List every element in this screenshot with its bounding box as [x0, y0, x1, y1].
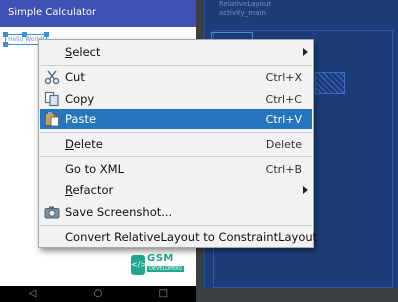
recents-icon[interactable]: □: [153, 289, 173, 299]
app-title: Simple Calculator: [8, 7, 97, 18]
menu-item-convert-to-constraintlayout[interactable]: Convert RelativeLayout to ConstraintLayo…: [40, 227, 317, 247]
context-menu: Select Cut Ctrl+X Copy Ctrl+C Paste Ctrl…: [38, 39, 317, 248]
menu-item-label: Cut: [65, 70, 85, 84]
menu-item-label: Paste: [65, 112, 97, 126]
paste-icon: [44, 111, 60, 127]
menu-separator: [40, 65, 312, 66]
menu-item-label: Save Screenshot...: [65, 205, 173, 219]
submenu-arrow-icon: [303, 48, 308, 56]
resize-handle[interactable]: [44, 32, 49, 37]
code-icon: </>: [131, 255, 147, 275]
menu-separator: [40, 132, 312, 133]
blueprint-layout-id: activity_main: [219, 9, 266, 17]
camera-icon: [44, 204, 60, 220]
menu-separator: [40, 156, 312, 157]
menu-item-label: Copy: [65, 92, 95, 106]
menu-item-label: Select: [65, 45, 101, 59]
menu-item-copy[interactable]: Copy Ctrl+C: [40, 89, 312, 109]
copy-icon: [44, 91, 60, 107]
menu-item-label: Convert RelativeLayout to ConstraintLayo…: [65, 230, 318, 244]
logo-subtitle: DEVELOPERS: [147, 266, 184, 272]
menu-separator: [40, 225, 312, 226]
menu-item-delete[interactable]: Delete Delete: [40, 134, 312, 154]
menu-item-select[interactable]: Select: [40, 42, 312, 62]
menu-item-label: Go to XML: [65, 162, 125, 176]
menu-item-cut[interactable]: Cut Ctrl+X: [40, 67, 312, 87]
menu-item-shortcut: Ctrl+X: [265, 71, 302, 84]
logo-name: GSM: [147, 253, 174, 264]
resize-handle[interactable]: [3, 32, 8, 37]
menu-item-paste[interactable]: Paste Ctrl+V: [40, 109, 312, 129]
menu-item-save-screenshot[interactable]: Save Screenshot...: [40, 202, 312, 222]
home-icon[interactable]: ○: [88, 289, 108, 299]
resize-handle[interactable]: [3, 42, 8, 47]
gsm-developers-logo: </> GSM DEVELOPERS: [131, 252, 196, 280]
back-icon[interactable]: ◁: [23, 289, 43, 299]
app-bar: Simple Calculator: [0, 0, 196, 27]
blueprint-layout-name: RelativeLayout: [219, 0, 272, 8]
menu-item-shortcut: Ctrl+V: [265, 113, 302, 126]
menu-item-refactor[interactable]: Refactor: [40, 180, 312, 200]
menu-item-label: Refactor: [65, 183, 114, 197]
blueprint-labels: RelativeLayout activity_main: [219, 0, 271, 18]
submenu-arrow-icon: [303, 186, 308, 194]
menu-item-label: Delete: [65, 137, 103, 151]
menu-item-go-to-xml[interactable]: Go to XML Ctrl+B: [40, 159, 312, 179]
menu-item-shortcut: Ctrl+C: [265, 93, 302, 106]
menu-item-shortcut: Delete: [265, 138, 302, 151]
blueprint-hatched-area: [315, 72, 345, 94]
android-nav-bar: ◁ ○ □: [0, 286, 196, 302]
scissors-icon: [44, 69, 60, 85]
menu-item-shortcut: Ctrl+B: [265, 163, 302, 176]
resize-handle[interactable]: [22, 32, 27, 37]
